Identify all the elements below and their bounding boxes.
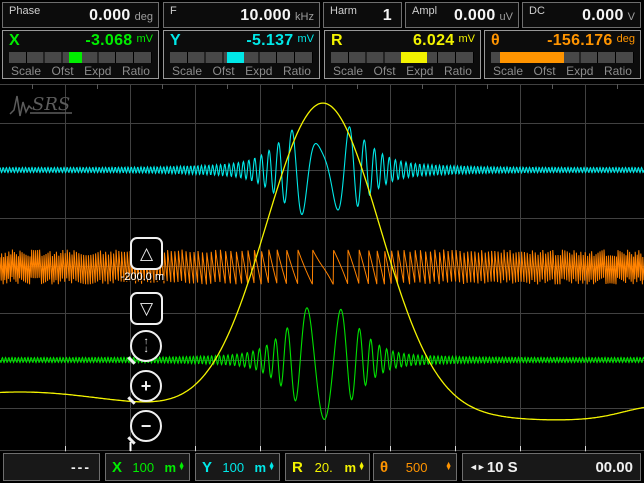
x-scale-spinner-icon[interactable]: ▲▼ — [178, 463, 185, 471]
arrow-down-icon: ↓ — [144, 346, 149, 355]
theta-ratio-button[interactable]: Ratio — [604, 64, 632, 78]
theta-scale-button[interactable]: Scale — [493, 64, 523, 78]
phase-value: 0.000 — [89, 7, 131, 25]
theta-ofst-button[interactable]: Ofst — [534, 64, 556, 78]
channel-y-value: -5.137 — [246, 32, 293, 50]
x-scale-letter: X — [112, 459, 122, 476]
theta-expd-button[interactable]: Expd — [566, 64, 593, 78]
amplitude-value: 0.000 — [454, 7, 496, 25]
y-scale-unit: m — [255, 460, 267, 475]
up-triangle-icon: △ — [140, 245, 153, 262]
channel-r-letter: R — [331, 32, 343, 50]
theta-scale-value: 500 — [388, 460, 445, 475]
harmonic-label: Harm — [330, 5, 357, 17]
frequency-label: F — [170, 5, 177, 17]
amplitude-setting-box[interactable]: Ampl 0.000 uV — [405, 2, 519, 28]
channel-r-unit: mV — [459, 33, 476, 45]
theta-scale-spinner-icon[interactable]: ▲▼ — [445, 463, 452, 471]
x-scale-button[interactable]: Scale — [11, 64, 41, 78]
x-ratio-button[interactable]: Ratio — [122, 64, 150, 78]
channel-x-value: -3.068 — [85, 32, 132, 50]
theta-scale-status-box[interactable]: θ 500 ▲▼ — [373, 453, 457, 481]
srs-logo-icon: SRS — [8, 88, 80, 120]
y-ofst-button[interactable]: Ofst — [213, 64, 235, 78]
frequency-unit: kHz — [295, 11, 314, 23]
dc-value: 0.000 — [582, 7, 624, 25]
channel-x-box[interactable]: X -3.068 mV Scale Ofst Expd Ratio — [2, 30, 159, 79]
channel-x-meter-indicator — [69, 52, 82, 63]
y-scale-spinner-icon[interactable]: ▲▼ — [268, 463, 275, 471]
r-scale-button[interactable]: Scale — [333, 64, 363, 78]
vertical-autoscale-button[interactable]: ↑ ↓ — [130, 330, 162, 362]
r-scale-unit: m — [345, 460, 357, 475]
channel-x-unit: mV — [137, 33, 154, 45]
phase-unit: deg — [135, 11, 153, 23]
channel-y-meter-indicator — [227, 52, 244, 63]
r-scale-status-box[interactable]: R 20. m ▲▼ — [285, 453, 370, 481]
channel-theta-meter-indicator — [500, 52, 564, 63]
scale-up-button[interactable]: △ — [130, 237, 163, 270]
channel-y-unit: mV — [298, 33, 315, 45]
channel-y-box[interactable]: Y -5.137 mV Scale Ofst Expd Ratio — [163, 30, 320, 79]
channel-r-box[interactable]: R 6.024 mV Scale Ofst Expd Ratio — [324, 30, 481, 79]
y-scale-value: 100 — [212, 460, 254, 475]
scale-down-button[interactable]: ▽ — [130, 292, 163, 325]
x-scale-unit: m — [165, 460, 177, 475]
channel-r-meter-indicator — [401, 52, 427, 63]
channel-y-letter: Y — [170, 32, 181, 50]
r-scale-spinner-icon[interactable]: ▲▼ — [358, 463, 365, 471]
x-ofst-button[interactable]: Ofst — [52, 64, 74, 78]
frequency-value: 10.000 — [240, 7, 291, 25]
amplitude-unit: uV — [500, 11, 513, 23]
channel-y-meter — [170, 52, 313, 63]
cursor-readout-box[interactable]: --- — [3, 453, 100, 481]
phase-label: Phase — [9, 5, 40, 17]
chart-area[interactable] — [0, 84, 644, 452]
dc-label: DC — [529, 5, 545, 17]
y-scale-letter: Y — [202, 459, 212, 476]
x-scale-status-box[interactable]: X 100 m ▲▼ — [105, 453, 190, 481]
amplitude-label: Ampl — [412, 5, 437, 17]
left-right-arrows-icon: ◄► — [469, 462, 485, 472]
r-expd-button[interactable]: Expd — [406, 64, 433, 78]
r-ratio-button[interactable]: Ratio — [444, 64, 472, 78]
channel-theta-value: -156.176 — [547, 32, 613, 50]
dc-unit: V — [628, 11, 635, 23]
harmonic-value: 1 — [383, 7, 392, 25]
r-scale-value: 20. — [303, 460, 345, 475]
y-scale-button[interactable]: Scale — [172, 64, 202, 78]
timebase-status-box[interactable]: ◄► 10 S 00.00 — [462, 453, 641, 481]
channel-theta-letter: θ — [491, 32, 500, 50]
zoom-out-button[interactable]: − — [130, 410, 162, 442]
dc-offset-setting-box[interactable]: DC 0.000 V — [522, 2, 641, 28]
y-ratio-button[interactable]: Ratio — [283, 64, 311, 78]
channel-theta-box[interactable]: θ -156.176 deg Scale Ofst Expd Ratio — [484, 30, 641, 79]
y-expd-button[interactable]: Expd — [245, 64, 272, 78]
down-triangle-icon: ▽ — [140, 300, 153, 317]
frequency-setting-box[interactable]: F 10.000 kHz — [163, 2, 320, 28]
plus-magnifier-icon: + — [141, 377, 152, 395]
x-scale-value: 100 — [122, 460, 164, 475]
cursor-readout: --- — [71, 459, 99, 475]
theta-scale-letter: θ — [380, 459, 388, 476]
harmonic-setting-box[interactable]: Harm 1 — [323, 2, 402, 28]
vertical-scale-step-label: -200.0 m — [100, 271, 164, 283]
svg-text:SRS: SRS — [32, 94, 70, 115]
channel-r-value: 6.024 — [413, 32, 455, 50]
elapsed-time: 00.00 — [518, 459, 640, 476]
channel-theta-unit: deg — [617, 33, 635, 45]
phase-setting-box[interactable]: Phase 0.000 deg — [2, 2, 159, 28]
lockin-screen: Phase 0.000deg F 10.000kHz Harm 1 Ampl 0… — [0, 0, 644, 483]
channel-theta-meter — [491, 52, 634, 63]
r-ofst-button[interactable]: Ofst — [374, 64, 396, 78]
channel-x-meter — [9, 52, 152, 63]
minus-magnifier-icon: − — [141, 417, 152, 435]
r-scale-letter: R — [292, 459, 303, 476]
x-expd-button[interactable]: Expd — [84, 64, 111, 78]
channel-x-letter: X — [9, 32, 20, 50]
channel-r-meter — [331, 52, 474, 63]
timebase-value: 10 S — [487, 459, 518, 476]
zoom-in-button[interactable]: + — [130, 370, 162, 402]
y-scale-status-box[interactable]: Y 100 m ▲▼ — [195, 453, 280, 481]
